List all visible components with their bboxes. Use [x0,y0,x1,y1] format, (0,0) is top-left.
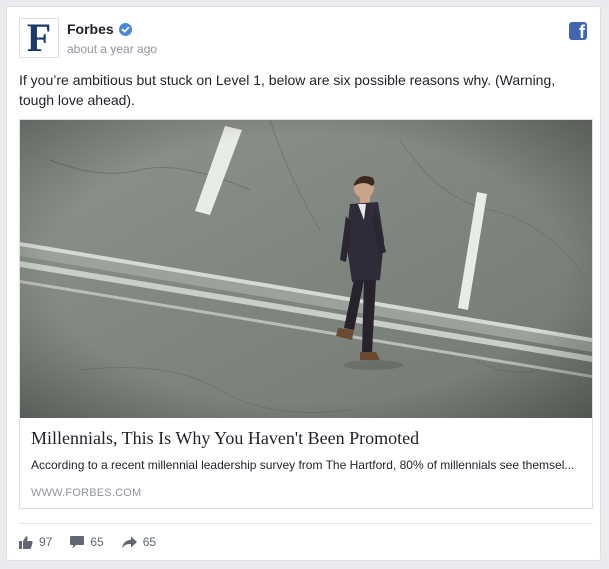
author-block: Forbes about a year ago [67,20,157,56]
thumbs-up-icon [19,535,33,549]
link-preview-card[interactable]: Millennials, This Is Why You Haven't Bee… [19,119,593,509]
forbes-avatar[interactable]: F [19,18,59,58]
engagement-stats: 97 65 65 [19,534,174,550]
link-preview-image[interactable] [20,120,592,418]
stats-divider [19,523,593,524]
post-timestamp[interactable]: about a year ago [67,42,157,56]
likes-stat[interactable]: 97 [19,535,52,549]
post-card: F Forbes about a year ago f If you’re am… [6,6,601,561]
post-header: F Forbes about a year ago f [19,18,587,62]
verified-badge-icon [118,22,132,36]
shares-count: 65 [142,535,157,549]
author-row: Forbes [67,20,157,38]
link-title[interactable]: Millennials, This Is Why You Haven't Bee… [31,428,581,449]
link-domain: WWW.FORBES.COM [31,487,142,499]
shares-stat[interactable]: 65 [121,535,157,549]
comment-bubble-icon [70,535,85,548]
facebook-icon[interactable]: f [569,22,587,40]
post-message: If you’re ambitious but stuck on Level 1… [19,72,556,108]
facebook-mark: f [579,22,585,40]
comments-count: 65 [90,535,104,549]
link-description: According to a recent millennial leaders… [31,458,575,472]
likes-count: 97 [39,535,53,549]
street-photo [20,120,592,418]
share-arrow-icon [121,536,137,548]
forbes-logo-letter: F [26,15,52,60]
comments-stat[interactable]: 65 [70,535,104,549]
author-name[interactable]: Forbes [67,21,114,37]
link-info[interactable]: Millennials, This Is Why You Haven't Bee… [20,418,592,508]
